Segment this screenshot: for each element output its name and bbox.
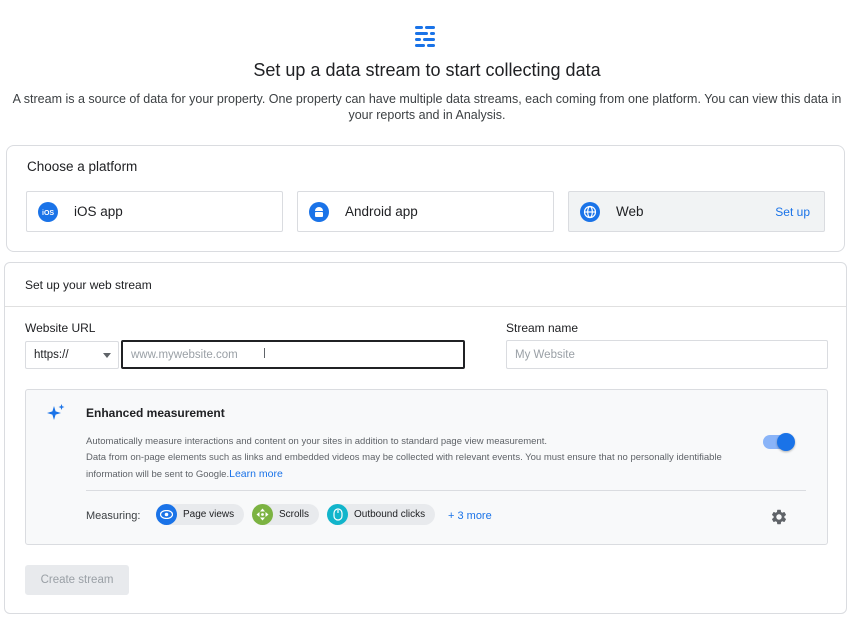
description-line: Automatically measure interactions and c… bbox=[86, 436, 548, 447]
platform-option-web[interactable]: Web Set up bbox=[568, 191, 825, 232]
protocol-value: https:// bbox=[34, 349, 69, 361]
sparkle-icon bbox=[47, 404, 65, 420]
text-cursor-icon bbox=[264, 348, 265, 358]
enhanced-measurement-description: Automatically measure interactions and c… bbox=[86, 434, 746, 483]
enhanced-measurement-toggle[interactable] bbox=[763, 433, 795, 451]
chip-label: Scrolls bbox=[279, 509, 310, 520]
platform-option-ios[interactable]: iOS iOS app bbox=[26, 191, 283, 232]
stream-name-label: Stream name bbox=[506, 321, 579, 335]
website-url-label: Website URL bbox=[25, 321, 96, 335]
stream-header: Set up your web stream bbox=[5, 263, 846, 307]
page-subtitle: A stream is a source of data for your pr… bbox=[12, 92, 842, 122]
divider bbox=[86, 490, 806, 491]
platform-card: Choose a platform iOS iOS app Android ap… bbox=[6, 145, 845, 252]
enhanced-measurement-panel: Enhanced measurement Automatically measu… bbox=[25, 389, 828, 545]
eye-icon bbox=[156, 504, 177, 525]
more-measurements-link[interactable]: + 3 more bbox=[448, 510, 492, 522]
learn-more-link[interactable]: Learn more bbox=[229, 468, 283, 480]
chip-page-views: Page views bbox=[156, 504, 245, 525]
click-icon bbox=[327, 504, 348, 525]
platform-heading: Choose a platform bbox=[27, 159, 138, 174]
web-stream-card: Set up your web stream Website URL https… bbox=[4, 262, 847, 614]
svg-text:iOS: iOS bbox=[42, 210, 54, 217]
scroll-icon bbox=[252, 504, 273, 525]
ios-icon: iOS bbox=[38, 201, 58, 222]
setup-link[interactable]: Set up bbox=[775, 205, 810, 219]
platform-label: Android app bbox=[345, 204, 418, 219]
chip-outbound-clicks: Outbound clicks bbox=[327, 504, 436, 525]
globe-icon bbox=[580, 201, 600, 222]
page-title: Set up a data stream to start collecting… bbox=[253, 60, 601, 80]
chevron-down-icon bbox=[103, 353, 111, 358]
platform-option-android[interactable]: Android app bbox=[297, 191, 554, 232]
platform-label: Web bbox=[616, 204, 644, 219]
enhanced-measurement-title: Enhanced measurement bbox=[86, 406, 225, 420]
website-url-input[interactable] bbox=[121, 340, 465, 369]
stream-name-input[interactable] bbox=[506, 340, 828, 369]
toggle-knob bbox=[777, 433, 795, 451]
data-stream-icon bbox=[415, 26, 435, 47]
chip-scrolls: Scrolls bbox=[252, 504, 320, 525]
chip-label: Outbound clicks bbox=[354, 509, 426, 520]
create-stream-button[interactable]: Create stream bbox=[25, 565, 129, 595]
chip-label: Page views bbox=[183, 509, 235, 520]
platform-label: iOS app bbox=[74, 204, 123, 219]
protocol-select[interactable]: https:// bbox=[25, 341, 119, 369]
description-line: Data from on-page elements such as links… bbox=[86, 452, 722, 480]
measuring-label: Measuring: bbox=[86, 510, 141, 522]
android-icon bbox=[309, 201, 329, 222]
gear-icon[interactable] bbox=[770, 508, 788, 526]
